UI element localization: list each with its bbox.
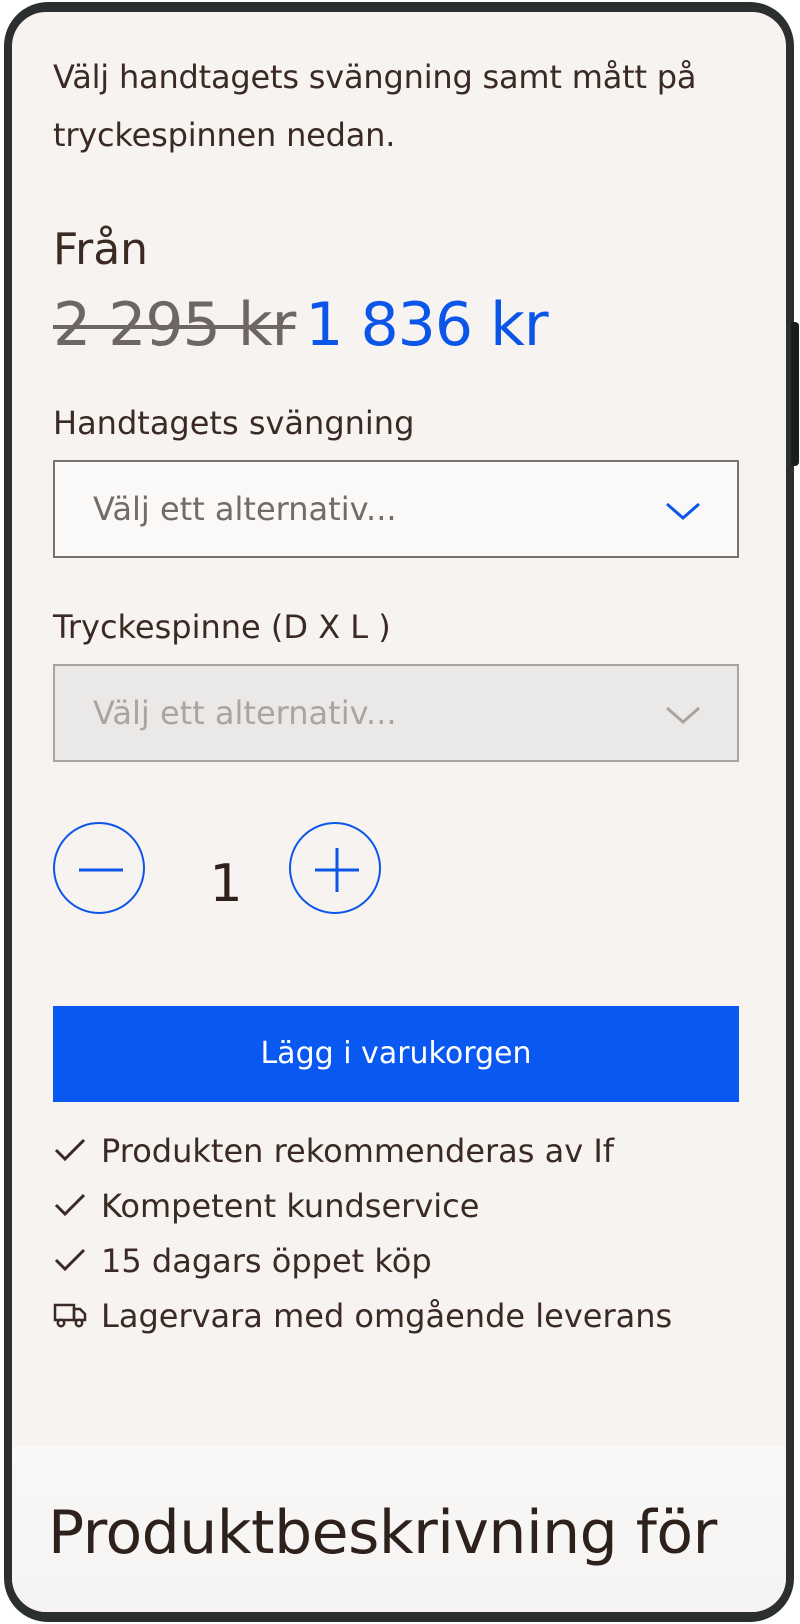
usp-text: Kompetent kundservice [101,1187,480,1225]
chevron-down-icon [666,706,700,724]
original-price: 2 295 kr [53,290,296,360]
decrease-quantity-button[interactable] [53,822,145,914]
phone-device: Välj handtagets svängning samt mått på t… [0,0,800,1624]
usp-text: Lagervara med omgående leverans [101,1297,673,1335]
truck-icon [53,1303,87,1328]
spindle-size-placeholder: Välj ett alternativ... [93,694,397,732]
spindle-size-select[interactable]: Välj ett alternativ... [53,664,739,762]
chevron-down-icon [666,502,700,520]
current-price: 1 836 kr [305,290,548,360]
spindle-size-label: Tryckespinne (D X L ) [53,608,391,646]
handle-swing-select[interactable]: Välj ett alternativ... [53,460,739,558]
price-row: 2 295 kr 1 836 kr [53,290,549,360]
intro-text: Välj handtagets svängning samt mått på t… [53,58,697,154]
checkmark-icon [54,1248,86,1272]
checkmark-icon [54,1193,86,1217]
checkmark-icon [54,1138,86,1162]
quantity-value: 1 [209,854,243,914]
increase-quantity-button[interactable] [289,822,381,914]
phone-side-button [791,322,799,466]
product-description-section: Produktbeskrivning för [12,1446,786,1612]
product-purchase-panel: Välj handtagets svängning samt mått på t… [12,12,786,1446]
minus-icon [79,868,123,872]
handle-swing-placeholder: Välj ett alternativ... [93,490,397,528]
screen: Välj handtagets svängning samt mått på t… [12,12,786,1612]
plus-icon [315,848,359,892]
add-to-cart-button[interactable]: Lägg i varukorgen [53,1006,739,1102]
usp-text: 15 dagars öppet köp [101,1242,432,1280]
handle-swing-label: Handtagets svängning [53,404,415,442]
section-title: Produktbeskrivning för [48,1498,717,1568]
price-from-label: Från [53,224,149,275]
usp-text: Produkten rekommenderas av If [101,1132,615,1170]
